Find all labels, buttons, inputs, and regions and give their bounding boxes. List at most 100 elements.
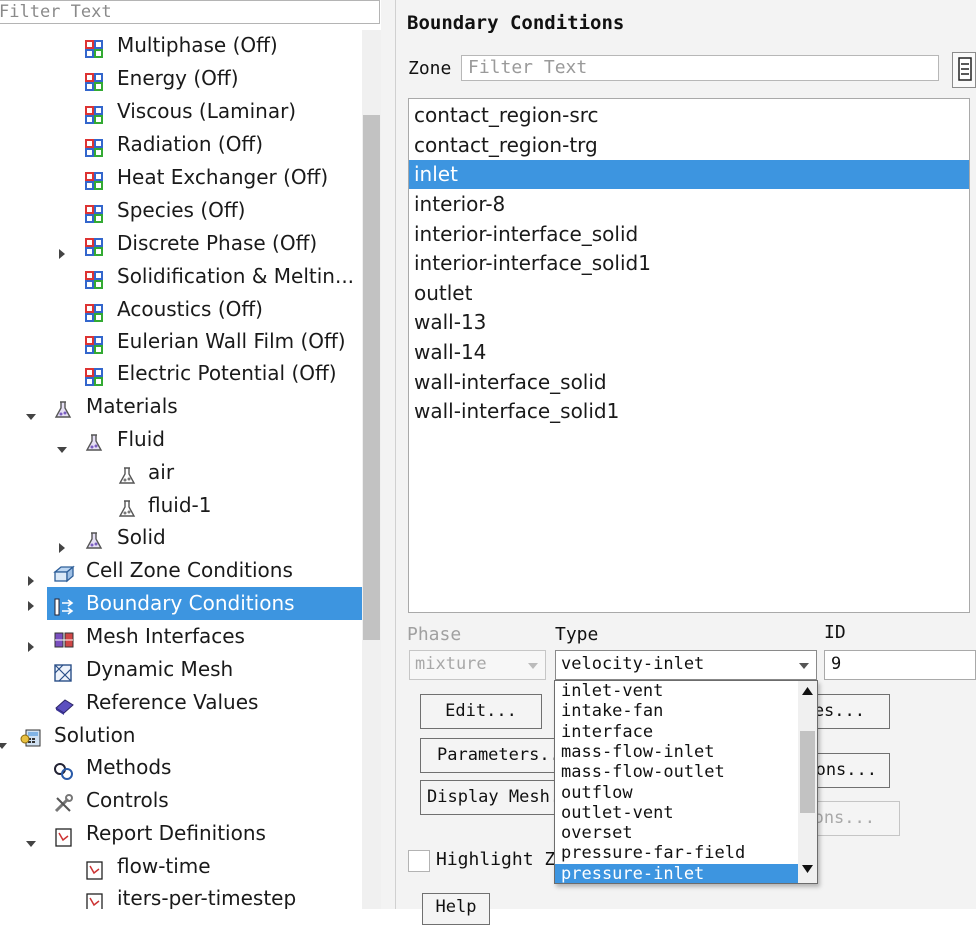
type-option[interactable]: outflow <box>555 783 798 803</box>
tree-item-iters-per-timestep[interactable]: iters-per-timestep <box>0 882 362 909</box>
zone-list[interactable]: contact_region-src contact_region-trg in… <box>408 98 970 613</box>
tree-item-label: Solid <box>117 525 166 549</box>
tree-item-boundary-conditions[interactable]: Boundary Conditions <box>47 587 362 620</box>
tree-item-controls[interactable]: Controls <box>0 784 362 817</box>
model-grid-icon <box>84 234 104 256</box>
collapse-arrow-icon[interactable] <box>56 433 68 453</box>
display-mesh-button[interactable]: Display Mesh... <box>420 780 570 815</box>
tree-item-viscous[interactable]: Viscous (Laminar) <box>0 95 362 128</box>
model-grid-icon <box>84 364 104 386</box>
chevron-down-icon <box>799 663 809 669</box>
zone-item[interactable]: wall-13 <box>409 308 969 337</box>
zone-list-options-button[interactable] <box>952 52 976 88</box>
expand-arrow-icon[interactable] <box>25 630 37 652</box>
help-button[interactable]: Help <box>422 893 490 925</box>
tree-item-electric-potential[interactable]: Electric Potential (Off) <box>0 357 362 390</box>
tree-item-fluid[interactable]: Fluid <box>0 423 362 456</box>
tree-item-heat-exchanger[interactable]: Heat Exchanger (Off) <box>0 161 362 194</box>
tree-item-label: Viscous (Laminar) <box>117 99 297 123</box>
tree-scrollbar[interactable] <box>362 30 381 909</box>
scroll-down-arrow-icon[interactable] <box>802 865 813 873</box>
zone-filter-input[interactable]: Filter Text <box>461 55 939 81</box>
zone-item[interactable]: interior-8 <box>409 190 969 219</box>
type-option[interactable]: interface <box>555 722 798 742</box>
tree-item-label: Heat Exchanger (Off) <box>117 165 329 189</box>
type-option-highlighted[interactable]: pressure-inlet <box>555 863 798 883</box>
model-grid-icon <box>84 201 104 223</box>
type-option[interactable]: overset <box>555 823 798 843</box>
tree-item-label: iters-per-timestep <box>117 886 297 909</box>
type-option[interactable]: pressure-far-field <box>555 843 798 863</box>
type-option[interactable]: outlet-vent <box>555 803 798 823</box>
tree-item-acoustics[interactable]: Acoustics (Off) <box>0 293 362 326</box>
tree-item-methods[interactable]: Methods <box>0 751 362 784</box>
zone-item-selected[interactable]: inlet <box>409 160 969 189</box>
type-option[interactable]: intake-fan <box>555 701 798 721</box>
scroll-up-arrow-icon[interactable] <box>802 687 813 695</box>
model-grid-icon <box>84 102 104 124</box>
tree-scrollbar-thumb[interactable] <box>363 115 380 640</box>
tree-item-mesh-interfaces[interactable]: Mesh Interfaces <box>0 620 362 653</box>
zone-item[interactable]: interior-interface_solid1 <box>409 249 969 278</box>
parameters-button[interactable]: Parameters... <box>420 738 570 773</box>
expand-arrow-icon[interactable] <box>56 237 68 259</box>
tree-item-solid[interactable]: Solid <box>0 521 362 554</box>
panel-splitter[interactable] <box>381 0 396 909</box>
report-definitions-icon <box>53 824 73 847</box>
chevron-down-icon <box>528 663 538 669</box>
tree-item-species[interactable]: Species (Off) <box>0 194 362 227</box>
zone-item[interactable]: contact_region-src <box>409 101 969 130</box>
flask-icon <box>117 463 137 484</box>
tree-item-discrete-phase[interactable]: Discrete Phase (Off) <box>0 227 362 260</box>
model-grid-icon <box>84 69 104 91</box>
tree-item-label: Species (Off) <box>117 198 246 222</box>
tree-item-label: Multiphase (Off) <box>117 33 278 57</box>
expand-arrow-icon[interactable] <box>25 597 37 616</box>
flask-icon <box>84 430 104 451</box>
tree-filter-input[interactable]: Filter Text <box>0 0 380 24</box>
zone-id-field[interactable]: 9 <box>824 650 976 680</box>
expand-arrow-icon[interactable] <box>25 564 37 586</box>
tree-item-multiphase[interactable]: Multiphase (Off) <box>0 29 376 64</box>
type-dropdown-list[interactable]: inlet-vent intake-fan interface mass-flo… <box>554 680 818 884</box>
tree-item-flow-time[interactable]: flow-time <box>0 850 362 883</box>
tree-item-report-definitions[interactable]: Report Definitions <box>0 817 362 850</box>
tree-item-label: Discrete Phase (Off) <box>117 231 318 255</box>
tree-item-label: air <box>148 460 175 484</box>
type-select[interactable]: velocity-inlet <box>555 650 817 680</box>
edit-button[interactable]: Edit... <box>420 694 542 729</box>
zone-item[interactable]: outlet <box>409 279 969 308</box>
zone-item[interactable]: contact_region-trg <box>409 131 969 160</box>
zone-item[interactable]: wall-14 <box>409 338 969 367</box>
zone-item[interactable]: wall-interface_solid1 <box>409 397 969 426</box>
type-option[interactable]: inlet-vent <box>555 681 798 701</box>
type-dropdown-scrollbar-thumb[interactable] <box>800 731 815 813</box>
flask-icon <box>117 496 137 517</box>
type-option[interactable]: mass-flow-outlet <box>555 762 798 782</box>
collapse-arrow-icon[interactable] <box>25 400 37 420</box>
tree-item-energy[interactable]: Energy (Off) <box>0 62 362 95</box>
zone-item[interactable]: interior-interface_solid <box>409 220 969 249</box>
type-option[interactable]: mass-flow-inlet <box>555 742 798 762</box>
tree-item-solution[interactable]: Solution <box>0 719 362 752</box>
tree-item-dynamic-mesh[interactable]: Dynamic Mesh <box>0 653 362 686</box>
type-label: Type <box>555 624 599 645</box>
tree-item-label: Solidification & Meltin... <box>117 264 355 288</box>
tree-item-air[interactable]: air <box>0 456 362 489</box>
tree-item-reference-values[interactable]: Reference Values <box>0 686 362 719</box>
tree-item-solidification[interactable]: Solidification & Meltin... <box>0 260 362 293</box>
tree-item-eulerian-wall-film[interactable]: Eulerian Wall Film (Off) <box>0 325 362 358</box>
tree-item-cell-zone-conditions[interactable]: Cell Zone Conditions <box>0 554 362 587</box>
tree-item-fluid-1[interactable]: fluid-1 <box>0 489 362 522</box>
type-dropdown-scrollbar[interactable] <box>798 681 817 883</box>
collapse-arrow-icon[interactable] <box>0 729 8 749</box>
tree-item-materials[interactable]: Materials <box>0 390 362 423</box>
collapse-arrow-icon[interactable] <box>25 827 37 847</box>
highlight-zone-checkbox[interactable] <box>408 850 430 872</box>
tree-item-radiation[interactable]: Radiation (Off) <box>0 128 362 161</box>
tree-item-label: fluid-1 <box>148 493 212 517</box>
tree-item-label: Cell Zone Conditions <box>86 558 293 582</box>
expand-arrow-icon[interactable] <box>56 531 68 553</box>
zone-item[interactable]: wall-interface_solid <box>409 368 969 397</box>
phase-select: mixture <box>409 650 546 680</box>
